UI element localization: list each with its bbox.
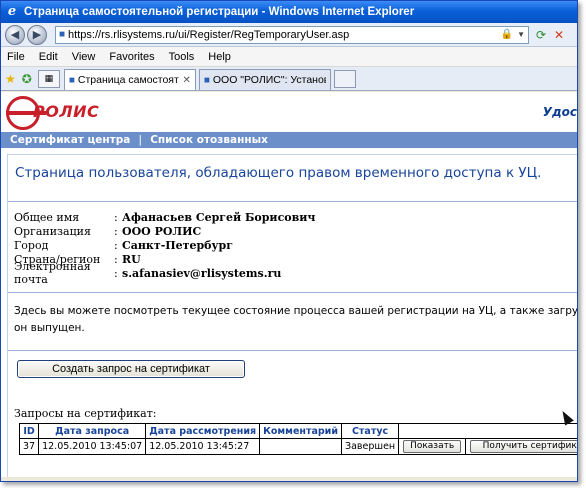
- col-comment: Комментарий: [259, 423, 342, 439]
- field-colon: :: [114, 252, 118, 266]
- site-header: РОЛИС Удос: [1, 92, 577, 132]
- nav-revocation-list[interactable]: Список отозванных: [150, 134, 268, 146]
- get-certificate-button[interactable]: Получить сертификат: [470, 440, 577, 453]
- description-line: он выпущен.: [14, 322, 85, 334]
- user-info: Общее имя : Афанасьев Сергей Борисович О…: [14, 210, 315, 287]
- cell-comment: [259, 438, 342, 455]
- quick-tabs-icon[interactable]: ▦: [37, 70, 60, 88]
- col-actions: [398, 423, 577, 439]
- table-header-row: ID Дата запроса Дата рассмотрения Коммен…: [18, 423, 577, 439]
- divider: [8, 292, 577, 293]
- info-row-city: Город : Санкт-Петербург: [14, 238, 315, 252]
- menu-bar: File Edit View Favorites Tools Help: [1, 47, 577, 67]
- field-value: s.afanasiev@rlisystems.ru: [122, 266, 282, 280]
- col-status: Статус: [340, 423, 400, 439]
- cell-status: Завершен: [340, 438, 400, 455]
- window-title: Страница самостоятельной регистрации - W…: [24, 6, 415, 18]
- col-request-date: Дата запроса: [38, 423, 147, 439]
- field-colon: :: [114, 210, 118, 224]
- requests-caption: Запросы на сертификат:: [14, 407, 157, 420]
- requests-table: ID Дата запроса Дата рассмотрения Коммен…: [18, 423, 577, 455]
- url-input[interactable]: ■ https://rs.rlisystems.ru/ui/Register/R…: [55, 25, 529, 44]
- menu-edit[interactable]: Edit: [39, 51, 58, 63]
- info-row-organization: Организация : ООО РОЛИС: [14, 224, 315, 238]
- url-text: https://rs.rlisystems.ru/ui/Register/Reg…: [68, 28, 350, 41]
- cell-show: Показать: [398, 438, 467, 455]
- add-favorite-icon[interactable]: ✪: [22, 68, 32, 90]
- menu-help[interactable]: Help: [208, 51, 231, 63]
- internet-explorer-icon: e: [7, 4, 17, 19]
- divider: [8, 350, 577, 351]
- col-review-date: Дата рассмотрения: [145, 423, 261, 439]
- table-row: 37 12.05.2010 13:45:07 12.05.2010 13:45:…: [18, 438, 577, 455]
- field-label: Электронная почта: [14, 260, 91, 286]
- new-tab-button[interactable]: [333, 70, 356, 88]
- nav-ca-certificate[interactable]: Сертификат центра: [10, 134, 130, 146]
- field-colon: :: [114, 224, 118, 238]
- field-colon: :: [114, 238, 118, 252]
- description-line: Здесь вы можете посмотреть текущее состо…: [14, 305, 577, 317]
- field-label: Общее имя: [14, 210, 80, 224]
- refresh-icon[interactable]: ⟳: [533, 28, 549, 42]
- page-icon: ■: [203, 74, 210, 86]
- divider: [8, 201, 577, 202]
- menu-file[interactable]: File: [7, 51, 25, 63]
- page-title: Страница пользователя, обладающего право…: [15, 165, 542, 181]
- field-value: RU: [122, 252, 141, 266]
- info-row-email: Электронная почта : s.afanasiev@rlisyste…: [14, 260, 315, 286]
- field-value: ООО РОЛИС: [122, 224, 202, 238]
- site-nav: Сертификат центра | Список отозванных: [1, 132, 577, 148]
- favorites-star-icon[interactable]: ★: [5, 68, 16, 90]
- field-value: Санкт-Петербург: [122, 238, 233, 252]
- page-icon: ■: [68, 74, 75, 86]
- address-bar: ◀ ▶ ■ https://rs.rlisystems.ru/ui/Regist…: [1, 23, 577, 47]
- tab-bar: ★ ✪ ▦ ■ Страница самостоятельн... ✕ ■ ОО…: [1, 67, 577, 91]
- field-value: Афанасьев Сергей Борисович: [122, 210, 316, 224]
- field-colon: :: [114, 266, 118, 280]
- field-label: Город: [14, 238, 49, 252]
- cell-get: Получить сертификат: [465, 438, 577, 455]
- menu-view[interactable]: View: [72, 51, 96, 63]
- window-frame-bottom: [1, 477, 577, 481]
- header-right-text: Удос: [542, 105, 577, 119]
- cell-review-date: 12.05.2010 13:45:27: [145, 438, 261, 455]
- forward-button[interactable]: ▶: [27, 24, 47, 45]
- logo-text: РОЛИС: [33, 102, 100, 121]
- nav-separator: |: [138, 134, 143, 146]
- tab-registration[interactable]: ■ Страница самостоятельн... ✕: [63, 69, 196, 90]
- cell-request-date: 12.05.2010 13:45:07: [38, 438, 147, 455]
- tab-label: ООО "РОЛИС": Установка с...: [212, 74, 326, 86]
- info-row-name: Общее имя : Афанасьев Сергей Борисович: [14, 210, 315, 224]
- description: Здесь вы можете посмотреть текущее состо…: [14, 303, 577, 337]
- page-content: РОЛИС Удос Сертификат центра | Список от…: [1, 92, 577, 481]
- back-button[interactable]: ◀: [5, 24, 25, 45]
- tab-label: Страница самостоятельн...: [77, 74, 180, 86]
- menu-favorites[interactable]: Favorites: [109, 51, 154, 63]
- chevron-down-icon[interactable]: ▼: [517, 30, 525, 39]
- title-bar: e Страница самостоятельной регистрации -…: [1, 1, 577, 23]
- col-id: ID: [18, 423, 40, 439]
- field-label: Организация: [14, 224, 91, 238]
- cell-id: 37: [18, 438, 40, 455]
- create-request-button[interactable]: Создать запрос на сертификат: [17, 360, 245, 378]
- main-panel: Страница пользователя, обладающего право…: [7, 154, 577, 481]
- show-button[interactable]: Показать: [403, 440, 462, 453]
- tab-rolis-install[interactable]: ■ ООО "РОЛИС": Установка с...: [198, 69, 331, 90]
- stop-icon[interactable]: ✕: [551, 28, 567, 42]
- close-icon[interactable]: ✕: [182, 75, 190, 86]
- lock-icon[interactable]: 🔒: [501, 29, 513, 40]
- page-icon: ■: [59, 29, 66, 40]
- menu-tools[interactable]: Tools: [169, 51, 195, 63]
- browser-window: e Страница самостоятельной регистрации -…: [0, 0, 578, 482]
